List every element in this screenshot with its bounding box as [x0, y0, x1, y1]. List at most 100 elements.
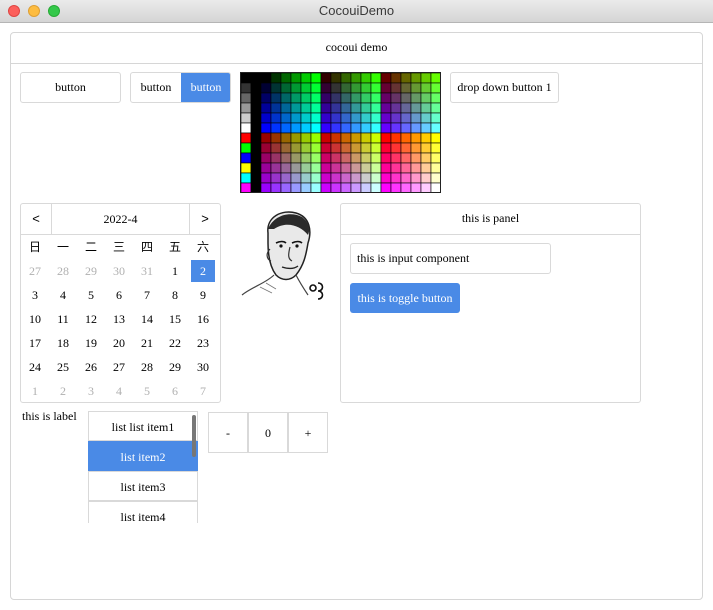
- list-item-selected[interactable]: list item2: [88, 441, 198, 471]
- color-swatch[interactable]: [340, 112, 352, 124]
- color-swatch[interactable]: [290, 162, 302, 174]
- color-swatch[interactable]: [350, 162, 362, 174]
- calendar-day[interactable]: 4: [107, 380, 131, 402]
- color-swatch[interactable]: [241, 82, 252, 94]
- color-swatch[interactable]: [260, 132, 272, 144]
- color-swatch[interactable]: [390, 132, 402, 144]
- color-swatch[interactable]: [400, 162, 412, 174]
- color-swatch[interactable]: [330, 132, 342, 144]
- color-swatch[interactable]: [290, 152, 302, 164]
- calendar-day[interactable]: 29: [79, 260, 103, 282]
- color-palette[interactable]: [240, 72, 441, 193]
- color-swatch[interactable]: [340, 92, 352, 104]
- color-swatch[interactable]: [370, 142, 382, 154]
- color-swatch[interactable]: [260, 122, 272, 134]
- color-swatch[interactable]: [280, 152, 292, 164]
- color-swatch[interactable]: [280, 172, 292, 184]
- calendar-day[interactable]: 8: [163, 284, 187, 306]
- color-swatch[interactable]: [330, 102, 342, 114]
- color-swatch[interactable]: [350, 132, 362, 144]
- calendar-day[interactable]: 9: [191, 284, 215, 306]
- color-swatch[interactable]: [430, 112, 440, 124]
- color-swatch[interactable]: [420, 152, 432, 164]
- list-item[interactable]: list item3: [88, 471, 198, 501]
- color-swatch[interactable]: [430, 162, 440, 174]
- color-swatch[interactable]: [400, 112, 412, 124]
- color-swatch[interactable]: [350, 92, 362, 104]
- color-swatch[interactable]: [430, 182, 440, 192]
- color-swatch[interactable]: [300, 102, 312, 114]
- color-swatch[interactable]: [280, 132, 292, 144]
- color-swatch[interactable]: [280, 122, 292, 134]
- list-view[interactable]: list list item1 list item2 list item3 li…: [88, 411, 199, 523]
- color-swatch[interactable]: [250, 73, 262, 84]
- color-swatch[interactable]: [320, 132, 332, 144]
- color-swatch[interactable]: [420, 112, 432, 124]
- color-swatch[interactable]: [420, 82, 432, 94]
- segment-left-button[interactable]: button: [131, 73, 182, 102]
- list-item[interactable]: list item4: [88, 501, 198, 523]
- color-swatch[interactable]: [270, 122, 282, 134]
- color-swatch[interactable]: [241, 73, 252, 84]
- color-swatch[interactable]: [370, 82, 382, 94]
- color-swatch[interactable]: [241, 182, 252, 192]
- color-swatch[interactable]: [250, 82, 262, 94]
- color-swatch[interactable]: [320, 182, 332, 192]
- calendar-day[interactable]: 10: [23, 308, 47, 330]
- color-swatch[interactable]: [370, 112, 382, 124]
- color-swatch[interactable]: [430, 73, 440, 84]
- color-swatch[interactable]: [300, 82, 312, 94]
- calendar-day[interactable]: 29: [163, 356, 187, 378]
- color-swatch[interactable]: [390, 92, 402, 104]
- color-swatch[interactable]: [400, 82, 412, 94]
- color-swatch[interactable]: [400, 172, 412, 184]
- color-swatch[interactable]: [380, 92, 392, 104]
- color-swatch[interactable]: [370, 172, 382, 184]
- color-swatch[interactable]: [380, 102, 392, 114]
- color-swatch[interactable]: [380, 152, 392, 164]
- calendar-day[interactable]: 22: [163, 332, 187, 354]
- color-swatch[interactable]: [390, 122, 402, 134]
- calendar-day[interactable]: 12: [79, 308, 103, 330]
- color-swatch[interactable]: [420, 122, 432, 134]
- dropdown-button[interactable]: drop down button 1: [450, 72, 559, 103]
- decrement-button[interactable]: -: [208, 412, 248, 453]
- color-swatch[interactable]: [241, 92, 252, 104]
- color-swatch[interactable]: [250, 92, 262, 104]
- color-swatch[interactable]: [241, 152, 252, 164]
- color-swatch[interactable]: [390, 102, 402, 114]
- color-swatch[interactable]: [410, 112, 422, 124]
- color-swatch[interactable]: [250, 112, 262, 124]
- color-swatch[interactable]: [320, 142, 332, 154]
- calendar-day[interactable]: 19: [79, 332, 103, 354]
- calendar-day[interactable]: 30: [191, 356, 215, 378]
- color-swatch[interactable]: [241, 122, 252, 134]
- color-swatch[interactable]: [260, 162, 272, 174]
- color-swatch[interactable]: [340, 73, 352, 84]
- color-swatch[interactable]: [410, 182, 422, 192]
- color-swatch[interactable]: [310, 182, 322, 192]
- color-swatch[interactable]: [360, 92, 372, 104]
- calendar-day[interactable]: 3: [79, 380, 103, 402]
- calendar-day[interactable]: 1: [163, 260, 187, 282]
- calendar-day[interactable]: 20: [107, 332, 131, 354]
- color-swatch[interactable]: [270, 102, 282, 114]
- color-swatch[interactable]: [290, 182, 302, 192]
- color-swatch[interactable]: [320, 172, 332, 184]
- calendar-day[interactable]: 25: [51, 356, 75, 378]
- color-swatch[interactable]: [360, 182, 372, 192]
- calendar-next-button[interactable]: >: [189, 204, 220, 234]
- color-swatch[interactable]: [330, 162, 342, 174]
- color-swatch[interactable]: [410, 152, 422, 164]
- color-swatch[interactable]: [280, 82, 292, 94]
- color-swatch[interactable]: [270, 82, 282, 94]
- color-swatch[interactable]: [290, 172, 302, 184]
- color-swatch[interactable]: [300, 162, 312, 174]
- color-swatch[interactable]: [360, 142, 372, 154]
- color-swatch[interactable]: [350, 82, 362, 94]
- color-swatch[interactable]: [320, 112, 332, 124]
- color-swatch[interactable]: [250, 162, 262, 174]
- color-swatch[interactable]: [280, 92, 292, 104]
- color-swatch[interactable]: [380, 162, 392, 174]
- color-swatch[interactable]: [270, 162, 282, 174]
